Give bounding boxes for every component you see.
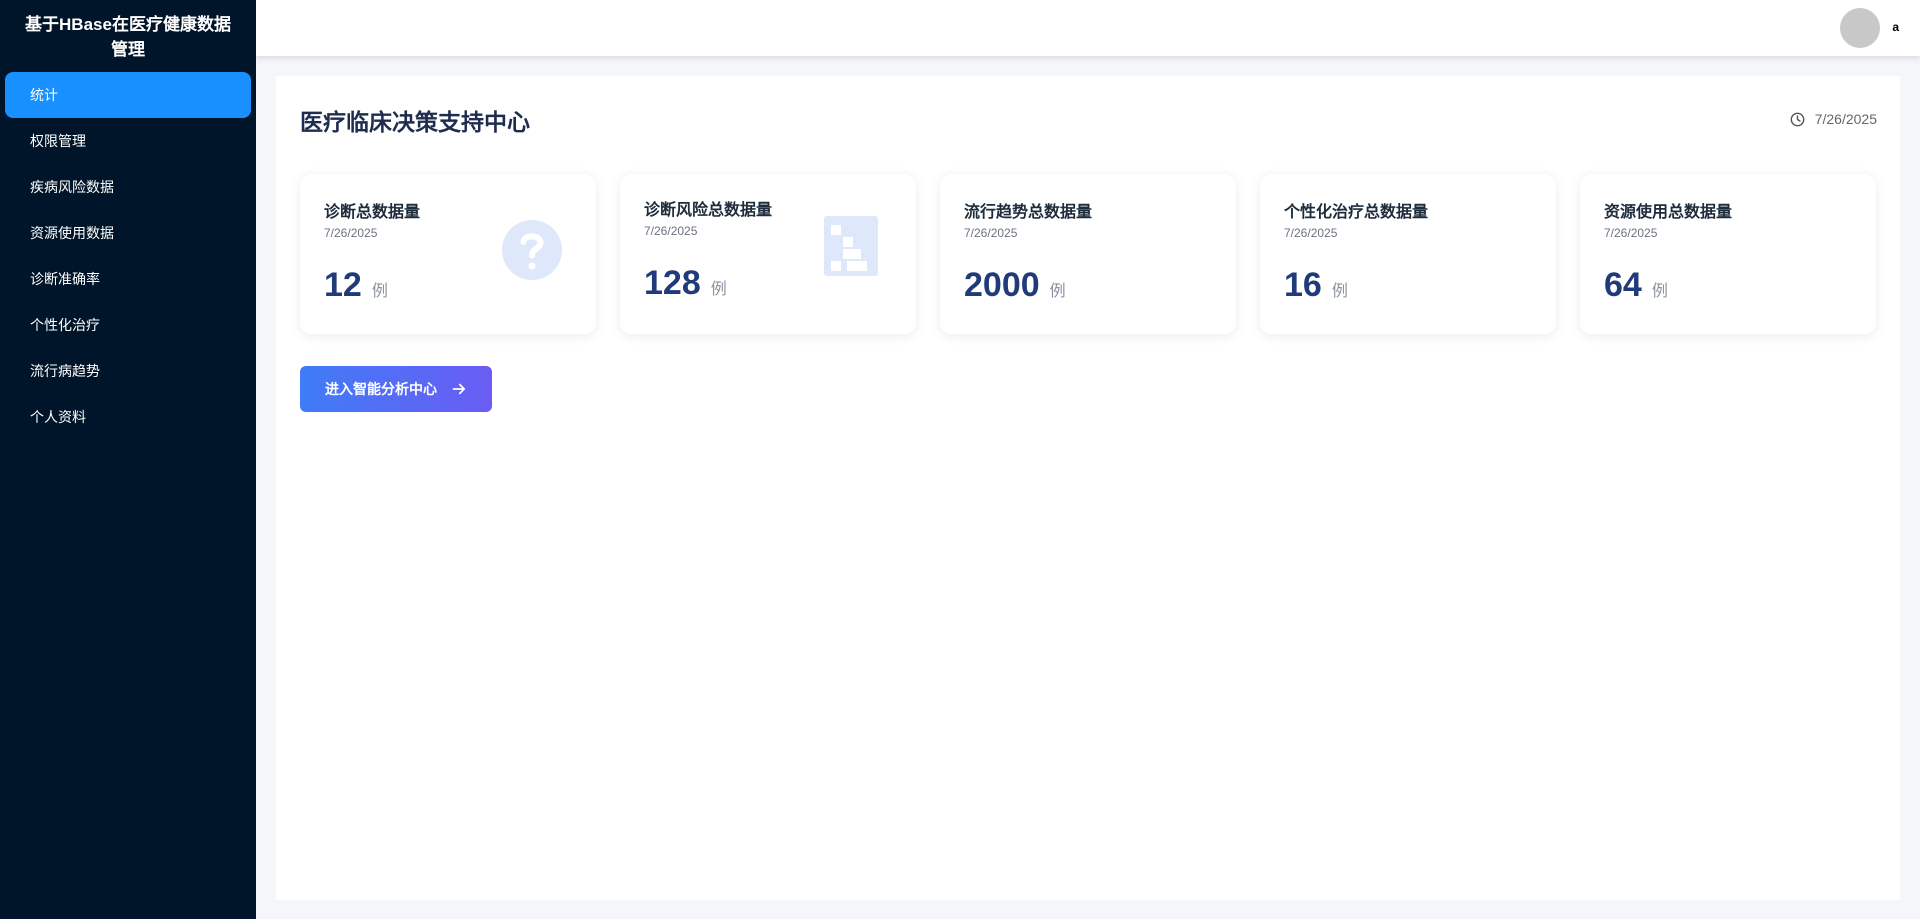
card-unit: 例 [1651,283,1668,300]
card-number: 12 [324,266,362,304]
card-date: 7/26/2025 [644,224,698,238]
sidebar-item-personalized-treatment[interactable]: 个性化治疗 [5,302,251,348]
building-icon [824,216,878,276]
card-unit: 例 [1331,283,1348,300]
sidebar-menu: 统计 权限管理 疾病风险数据 资源使用数据 诊断准确率 个性化治疗 流行病趋势 … [0,72,256,440]
enter-analysis-center-label: 进入智能分析中心 [325,381,437,397]
top-bar: a [256,0,1920,56]
card-date: 7/26/2025 [1604,226,1658,240]
username[interactable]: a [1892,20,1899,34]
current-date-text: 7/26/2025 [1814,111,1877,127]
stat-card-diagnosis-risk[interactable]: 诊断风险总数据量 7/26/2025 128 例 [620,174,916,334]
card-date: 7/26/2025 [1284,226,1338,240]
question-circle-icon [502,220,562,280]
card-title: 流行趋势总数据量 [964,204,1093,221]
card-unit: 例 [710,281,727,298]
stats-cards: 诊断总数据量 7/26/2025 12 例 诊断风险总数据量 7/26/2025… [300,174,1876,334]
card-unit: 例 [371,283,388,300]
card-number: 128 [644,264,701,302]
main-content: 医疗临床决策支持中心 7/26/2025 诊断总数据量 7/26/2025 12… [276,76,1900,900]
stat-card-epidemic-trend[interactable]: 流行趋势总数据量 7/26/2025 2000 例 [940,174,1236,334]
arrow-right-icon [452,383,466,395]
sidebar-item-resource-usage[interactable]: 资源使用数据 [5,210,251,256]
card-title: 资源使用总数据量 [1604,204,1733,221]
card-number: 64 [1604,266,1642,304]
card-title: 诊断风险总数据量 [644,202,773,219]
sidebar-item-statistics[interactable]: 统计 [5,72,251,118]
current-date: 7/26/2025 [1790,111,1877,127]
card-value: 64 例 [1604,266,1668,305]
card-value: 128 例 [644,264,727,303]
sidebar-item-epidemic-trends[interactable]: 流行病趋势 [5,348,251,394]
sidebar-item-permissions[interactable]: 权限管理 [5,118,251,164]
card-value: 16 例 [1284,266,1348,305]
card-value: 12 例 [324,266,388,305]
stat-card-resource-usage[interactable]: 资源使用总数据量 7/26/2025 64 例 [1580,174,1876,334]
enter-analysis-center-button[interactable]: 进入智能分析中心 [300,366,492,412]
sidebar-item-diagnosis-accuracy[interactable]: 诊断准确率 [5,256,251,302]
card-number: 2000 [964,266,1040,304]
sidebar-item-disease-risk[interactable]: 疾病风险数据 [5,164,251,210]
stat-card-diagnosis[interactable]: 诊断总数据量 7/26/2025 12 例 [300,174,596,334]
app-title: 基于HBase在医疗健康数据管理 [25,15,231,59]
card-date: 7/26/2025 [324,226,378,240]
sidebar-item-profile[interactable]: 个人资料 [5,394,251,440]
card-value: 2000 例 [964,266,1066,305]
card-number: 16 [1284,266,1322,304]
avatar[interactable] [1840,8,1880,48]
card-title: 个性化治疗总数据量 [1284,204,1429,221]
stat-card-personalized-treatment[interactable]: 个性化治疗总数据量 7/26/2025 16 例 [1260,174,1556,334]
card-date: 7/26/2025 [964,226,1018,240]
sidebar: 基于HBase在医疗健康数据管理 统计 权限管理 疾病风险数据 资源使用数据 诊… [0,0,256,919]
card-unit: 例 [1049,283,1066,300]
card-title: 诊断总数据量 [324,204,421,221]
page-title: 医疗临床决策支持中心 [300,109,530,135]
clock-icon [1790,112,1805,126]
